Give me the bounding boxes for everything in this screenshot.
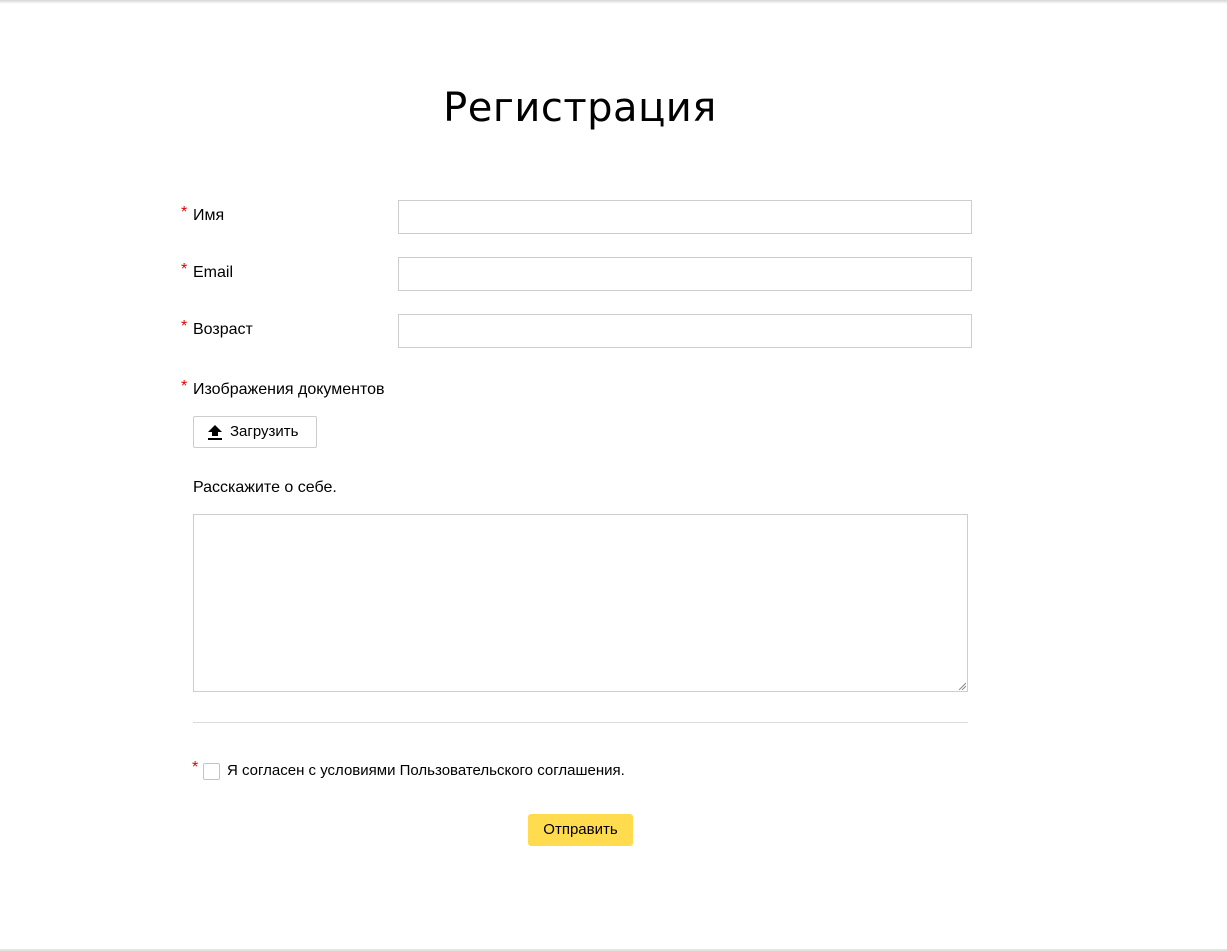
agreement-checkbox[interactable]	[203, 763, 220, 780]
page-title: Регистрация	[443, 85, 717, 131]
email-label: Email	[193, 264, 234, 281]
resize-handle-icon[interactable]	[958, 682, 966, 690]
required-mark: *	[192, 759, 199, 776]
required-mark: *	[181, 261, 188, 278]
upload-button[interactable]: Загрузить	[193, 416, 317, 448]
about-textarea[interactable]	[193, 514, 968, 692]
name-label: Имя	[193, 207, 225, 224]
email-input[interactable]	[398, 257, 972, 291]
divider	[193, 722, 968, 723]
about-label: Расскажите о себе.	[193, 479, 337, 496]
required-mark: *	[181, 378, 188, 395]
age-input[interactable]	[398, 314, 972, 348]
submit-button[interactable]: Отправить	[528, 814, 633, 846]
upload-button-label: Загрузить	[230, 423, 299, 440]
required-mark: *	[181, 318, 188, 335]
required-mark: *	[181, 204, 188, 221]
documents-label: Изображения документов	[193, 381, 385, 398]
upload-icon	[208, 425, 222, 440]
top-shadow	[0, 0, 1227, 4]
name-input[interactable]	[398, 200, 972, 234]
agreement-label: Я согласен с условиями Пользовательского…	[227, 762, 625, 779]
age-label: Возраст	[193, 321, 253, 338]
